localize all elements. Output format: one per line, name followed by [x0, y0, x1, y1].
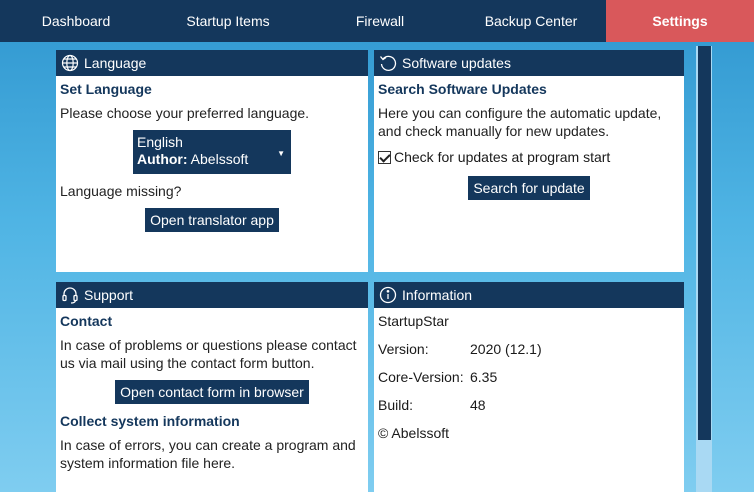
- support-panel: Support Contact In case of problems or q…: [56, 282, 368, 492]
- version-row: Version: 2020 (12.1): [378, 340, 680, 358]
- product-name-row: StartupStar: [378, 312, 680, 330]
- updates-panel-title: Software updates: [402, 55, 511, 71]
- open-translator-button[interactable]: Open translator app: [145, 208, 279, 232]
- refresh-icon: [378, 53, 398, 73]
- top-navigation: Dashboard Startup Items Firewall Backup …: [0, 0, 754, 42]
- sysinfo-description: In case of errors, you can create a prog…: [60, 437, 356, 471]
- updates-description: Here you can configure the automatic upd…: [378, 105, 662, 139]
- set-language-heading: Set Language: [60, 81, 152, 97]
- information-panel-header: Information: [374, 282, 684, 308]
- check-updates-label: Check for updates at program start: [394, 149, 611, 165]
- caret-down-icon: ▼: [277, 149, 285, 158]
- version-value: 2020 (12.1): [470, 341, 542, 357]
- language-panel-title: Language: [84, 55, 147, 71]
- updates-panel-header: Software updates: [374, 50, 684, 76]
- language-description: Please choose your preferred language.: [60, 105, 310, 121]
- product-name: StartupStar: [378, 313, 449, 329]
- search-update-button[interactable]: Search for update: [468, 176, 590, 200]
- support-panel-header: Support: [56, 282, 368, 308]
- open-contact-form-button[interactable]: Open contact form in browser: [115, 380, 309, 404]
- headset-icon: [60, 285, 80, 305]
- tab-backup-center[interactable]: Backup Center: [456, 0, 606, 42]
- author-name: Abelssoft: [190, 151, 249, 167]
- language-author: Author: Abelssoft: [137, 151, 287, 168]
- information-panel: Information StartupStar Version: 2020 (1…: [374, 282, 684, 492]
- tab-firewall[interactable]: Firewall: [304, 0, 456, 42]
- contact-description: In case of problems or questions please …: [60, 337, 357, 371]
- author-label: Author:: [137, 151, 188, 167]
- updates-panel: Software updates Search Software Updates…: [374, 50, 684, 272]
- info-icon: [378, 285, 398, 305]
- language-select[interactable]: English Author: Abelssoft ▼: [133, 130, 291, 174]
- language-panel-header: Language: [56, 50, 368, 76]
- check-updates-row[interactable]: Check for updates at program start: [378, 148, 680, 166]
- build-row: Build: 48: [378, 396, 680, 414]
- check-updates-checkbox[interactable]: [378, 150, 391, 164]
- search-updates-heading: Search Software Updates: [378, 81, 547, 97]
- copyright-row: © Abelssoft: [378, 424, 680, 442]
- support-panel-title: Support: [84, 287, 134, 303]
- core-version-value: 6.35: [470, 369, 498, 385]
- selected-language: English: [137, 134, 183, 150]
- contact-heading: Contact: [60, 313, 113, 329]
- language-panel: Language Set Language Please choose your…: [56, 50, 368, 272]
- tab-dashboard[interactable]: Dashboard: [0, 0, 152, 42]
- copyright: © Abelssoft: [378, 425, 450, 441]
- tab-settings[interactable]: Settings: [606, 0, 754, 42]
- core-version-row: Core-Version: 6.35: [378, 368, 680, 386]
- tab-startup-items[interactable]: Startup Items: [152, 0, 304, 42]
- version-label: Version:: [378, 341, 429, 357]
- build-value: 48: [470, 397, 486, 413]
- core-version-label: Core-Version:: [378, 369, 464, 385]
- build-label: Build:: [378, 397, 414, 413]
- scrollbar-thumb[interactable]: [698, 46, 711, 440]
- sysinfo-heading: Collect system information: [60, 413, 240, 429]
- information-panel-title: Information: [402, 287, 473, 303]
- language-missing-text: Language missing?: [60, 183, 182, 199]
- globe-icon: [60, 53, 80, 73]
